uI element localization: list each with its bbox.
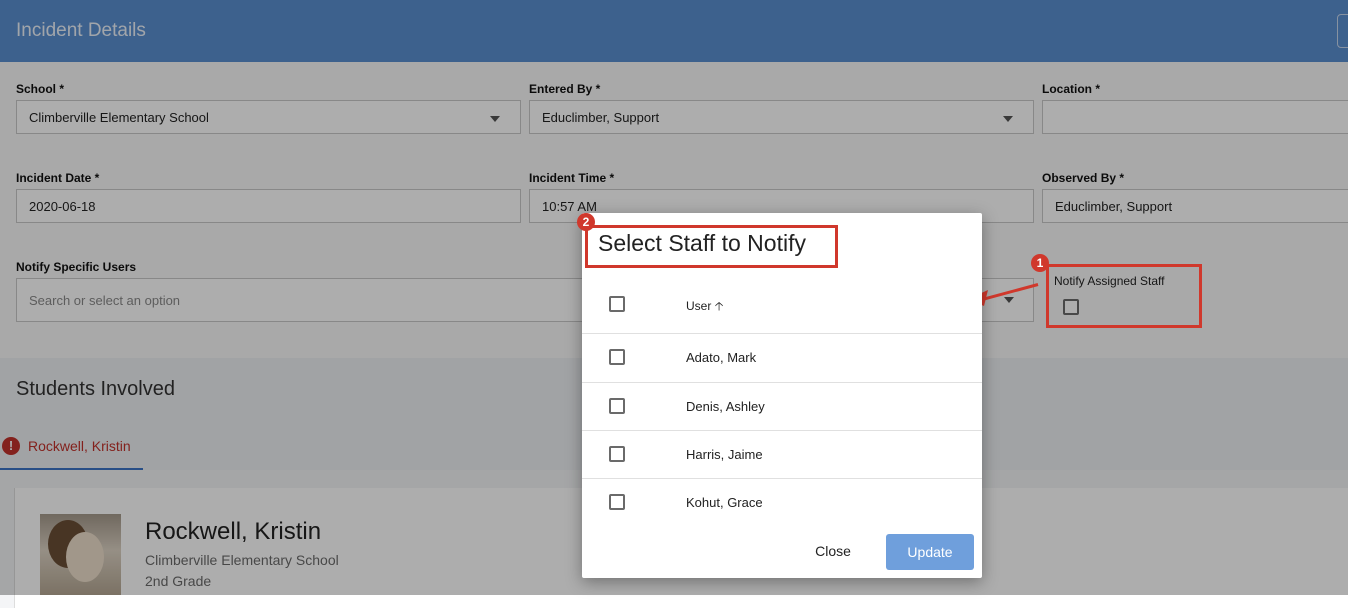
update-button[interactable]: Update [886,534,974,570]
header-divider [582,333,982,334]
staff-name: Harris, Jaime [686,447,763,462]
user-column-label: User [686,299,712,313]
close-button[interactable]: Close [803,537,863,565]
select-all-checkbox[interactable] [609,296,625,312]
staff-name: Kohut, Grace [686,495,763,510]
annotation-highlight-notify-assigned [1046,264,1202,328]
staff-name: Adato, Mark [686,350,757,365]
row-checkbox[interactable] [609,446,625,462]
row-checkbox[interactable] [609,494,625,510]
row-divider [582,478,982,479]
row-divider [582,430,982,431]
sort-up-arrow-icon: 🡡 [714,299,724,313]
annotation-badge-1: 1 [1031,254,1049,272]
staff-name: Denis, Ashley [686,399,765,414]
dialog-title: Select Staff to Notify [598,230,806,256]
row-checkbox[interactable] [609,398,625,414]
row-checkbox[interactable] [609,349,625,365]
row-divider [582,382,982,383]
annotation-badge-2: 2 [577,213,595,231]
user-column-header[interactable]: User 🡡 [686,297,723,318]
